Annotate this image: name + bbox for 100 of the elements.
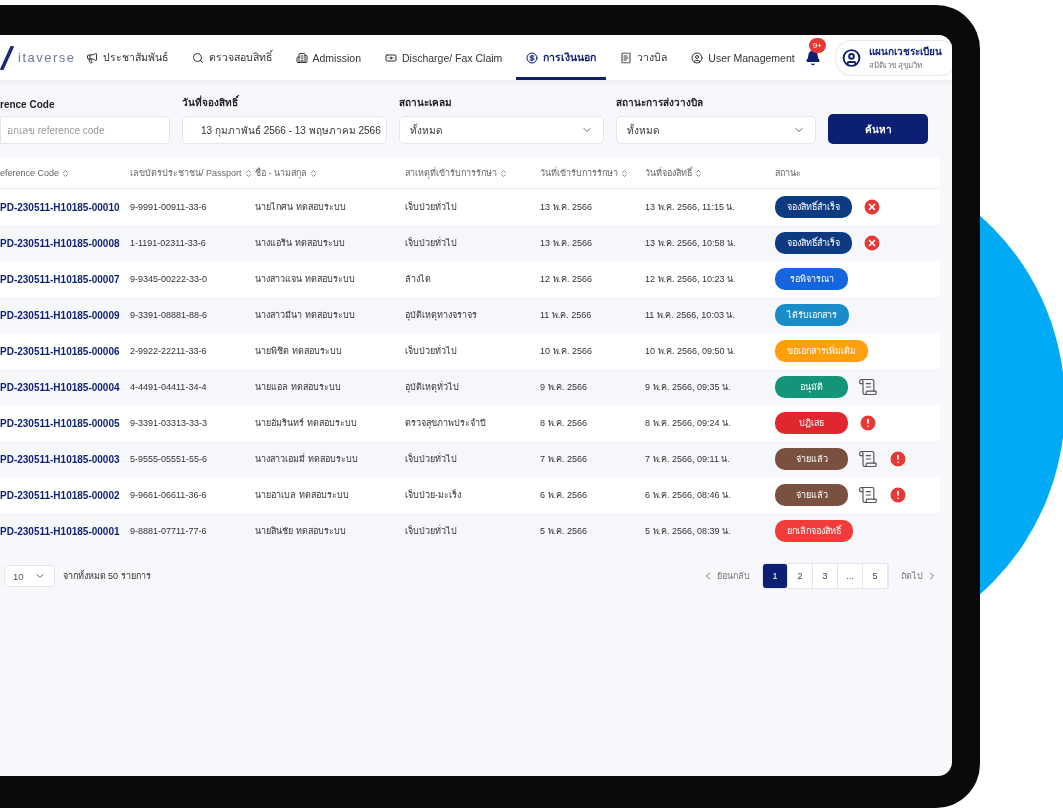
dollar-icon [526,51,539,64]
building-icon [295,51,308,64]
table-cell-text: เจ็บป่วย-มะเร็ง [405,488,462,502]
table-cell-text: นายสินชัย ทดสอบระบบ [255,525,347,538]
table-cell-text: 9-9661-06611-36-6 [130,490,208,500]
table-cell-text: นางแอริน ทดสอบระบบ [255,237,346,250]
column-header: eference Code [0,168,60,178]
table-cell-text: อุบัติเหตุทั่วไป [405,380,460,394]
table-cell-text: นางสาวแจน ทดสอบระบบ [255,273,356,286]
status-select[interactable]: ทั้งหมด [399,116,604,144]
document-icon[interactable] [858,485,878,505]
status-tag: จองสิทธิ์สำเร็จ [775,196,852,218]
table-cell-text: เจ็บป่วยทั่วไป [405,452,458,466]
table-cell-text: ล้างไต [405,273,432,286]
table-cell-text: นายแอล ทดสอบระบบ [255,381,342,394]
table-cell-text: 5-9555-05551-55-6 [130,454,209,464]
reference-link[interactable]: PD-230511-H10185-00007 [0,273,130,285]
search-icon [191,51,204,64]
bell-icon[interactable] [804,49,821,66]
sort-icon[interactable] [61,168,71,178]
table-cell-text: 9-9345-00222-33-0 [130,274,209,284]
search-button[interactable]: ค้นหา [828,114,928,144]
cancel-icon[interactable] [862,233,882,253]
reference-link[interactable]: PD-230511-H10185-00010 [0,201,130,213]
alert-icon[interactable] [888,485,908,505]
status-tag: ขอเอกสารเพิ่มเติม [775,340,868,362]
table-cell-text: เจ็บป่วยทั่วไป [405,524,458,538]
sort-icon[interactable] [620,168,629,178]
sort-icon[interactable] [309,168,318,178]
cancel-icon[interactable] [862,197,882,217]
table-cell-text: 6 พ.ค. 2566, 08:46 น. [645,489,732,502]
user-icon [691,51,704,64]
status-tag: ปฏิเสธ [775,412,848,434]
reference-link[interactable]: PD-230511-H10185-00003 [0,453,130,465]
sort-icon[interactable] [694,168,703,178]
table-cell-text: 9-3391-03313-33-3 [130,418,209,428]
alert-icon[interactable] [888,449,908,469]
table-cell-text: 9-3391-08881-88-6 [130,310,209,320]
nav-tab[interactable]: User Management [681,35,805,80]
table-cell-text: 5 พ.ค. 2566, 08:39 น. [645,525,732,538]
nav-tab[interactable]: ตรวจสอบสิทธิ์ [181,35,282,80]
reference-link[interactable]: PD-230511-H10185-00006 [0,345,130,357]
nav-tab[interactable]: Discharge/ Fax Claim [374,35,513,80]
table-cell-text: นางสาวเอมมี่ ทดสอบระบบ [255,452,359,466]
table-cell-text: 13 พ.ค. 2566 [540,201,594,214]
table-cell-text: 8 พ.ค. 2566 [540,417,589,430]
table-cell-text: นางสาวมีนา ทดสอบระบบ [255,309,356,322]
reference-link[interactable]: PD-230511-H10185-00004 [0,381,130,393]
status-tag: ยกเลิกจองสิทธิ์ [775,520,853,542]
column-header: วันที่เข้ารับการรักษา [540,166,618,180]
table-cell-text: นายอาเบล ทดสอบระบบ [255,489,350,502]
status-tag: จ่ายแล้ว [775,484,848,506]
nav-tab[interactable]: ประชาสัมพันธ์ [75,35,178,80]
megaphone-icon [85,51,98,64]
user-name: แผนกเวชระเบียน [868,44,942,59]
page-size-select[interactable]: 10 [4,565,55,587]
table-cell-text: 9 พ.ค. 2566, 09:35 น. [645,381,732,394]
table-cell-text: 13 พ.ค. 2566, 11:15 น. [645,201,736,214]
table-cell-text: เจ็บป่วยทั่วไป [405,344,458,358]
table-cell-text: 6 พ.ค. 2566 [540,489,589,502]
reference-link[interactable]: PD-230511-H10185-00009 [0,309,130,321]
alert-icon[interactable] [858,413,878,433]
table-cell-text: 13 พ.ค. 2566, 10:58 น. [645,237,737,250]
table-cell-text: นายอัมรินทร์ ทดสอบระบบ [255,417,358,430]
sort-icon[interactable] [243,168,253,178]
table-cell-text: 4-4491-04411-34-4 [130,382,208,392]
table-cell-text: 12 พ.ค. 2566, 10:23 น. [645,273,737,286]
table-cell-text: 1-1191-02311-33-6 [130,238,207,248]
filter-label: วันที่จองสิทธิ์ [182,95,240,110]
reference-field[interactable]: อกเลข reference code [0,116,170,144]
next-link[interactable]: ถัดไป [901,569,938,583]
table-cell-text: 12 พ.ค. 2566 [540,273,594,286]
notification-badge: 9+ [808,37,826,53]
reference-link[interactable]: PD-230511-H10185-00005 [0,417,130,429]
reference-link[interactable]: PD-230511-H10185-00001 [0,525,130,537]
reference-link[interactable]: PD-230511-H10185-00002 [0,489,130,501]
document-icon[interactable] [858,377,878,397]
table-cell-text: 5 พ.ค. 2566 [540,525,589,538]
previous-link[interactable]: ย้อนกลับ [702,569,750,583]
date-range-field[interactable]: 13 กุมภาพันธ์ 2566 - 13 พฤษภาคม 2566 [182,116,387,144]
nav-tab[interactable]: การเงินนอก [516,35,607,80]
table-cell-text: 10 พ.ค. 2566 [540,345,594,358]
table-cell-text: เจ็บป่วยทั่วไป [405,200,458,214]
nav-tab[interactable]: Admission [285,35,371,80]
sort-icon[interactable] [499,168,508,178]
column-header: สถานะ [775,167,801,180]
table-cell-text: 7 พ.ค. 2566 [540,453,589,466]
status-select[interactable]: ทั้งหมด [616,116,816,144]
table-cell-text: 13 พ.ค. 2566 [540,237,594,250]
status-tag: จ่ายแล้ว [775,448,848,470]
filter-label: สถานะเคลม [399,96,453,110]
page-button[interactable]: 1 [763,564,788,588]
table-cell-text: อุบัติเหตุทางจราจร [405,309,478,322]
filter-label: สถานะการส่งวางบิล [616,96,704,110]
reference-link[interactable]: PD-230511-H10185-00008 [0,237,130,249]
nav-tab[interactable]: วางบิล [610,35,678,80]
table-cell-text: 7 พ.ค. 2566, 09:11 น. [645,453,731,466]
banknote-icon [384,51,397,64]
status-tag: รอพิจารณา [775,268,848,290]
document-icon[interactable] [858,449,878,469]
